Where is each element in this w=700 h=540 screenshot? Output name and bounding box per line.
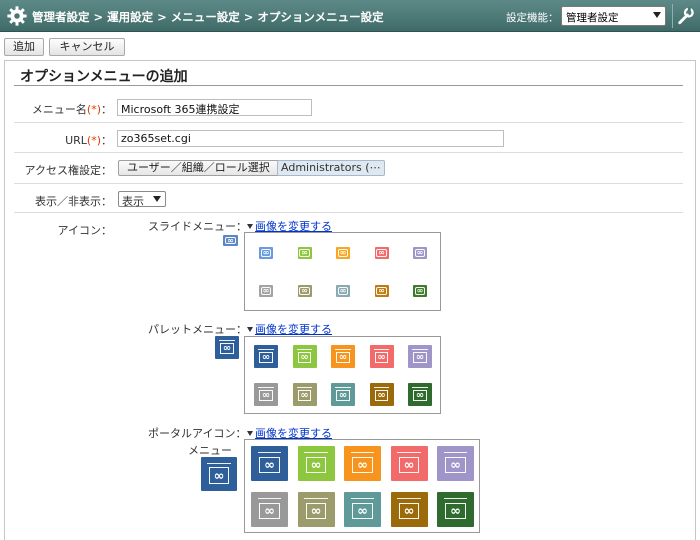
required-mark: (*) (86, 134, 101, 147)
menu-name-label: メニュー名(*)： (32, 101, 112, 117)
icon-option[interactable] (292, 383, 317, 406)
icon-option[interactable] (413, 247, 427, 259)
icon-option[interactable] (390, 446, 428, 481)
portal-menu-sublabel: メニュー (188, 444, 232, 457)
function-select-value: 管理者設定 (566, 12, 619, 24)
icon-option[interactable] (297, 285, 312, 297)
visibility-select[interactable]: 表示 (118, 191, 166, 208)
icon-option[interactable] (331, 345, 355, 368)
palette-menu-label: パレットメニュー： (148, 323, 247, 336)
icon-option[interactable] (297, 247, 312, 259)
icon-option[interactable] (254, 383, 278, 406)
colon: ： (101, 134, 112, 147)
icon-option[interactable] (336, 247, 350, 259)
access-chip[interactable]: Administrators (⋯ (277, 160, 385, 176)
icon-option[interactable] (437, 446, 474, 481)
access-label: アクセス権設定： (24, 164, 112, 177)
icon-option[interactable] (408, 345, 432, 368)
visibility-label: 表示／非表示： (35, 195, 112, 208)
icon-option[interactable] (251, 446, 288, 481)
icon-option[interactable] (437, 492, 474, 527)
current-palette-icon (215, 336, 239, 359)
icon-option[interactable] (331, 383, 355, 406)
slide-menu-label: スライドメニュー： (148, 220, 247, 233)
current-slide-icon (223, 235, 238, 246)
title-divider (14, 85, 683, 86)
icon-option[interactable] (374, 247, 389, 259)
add-button[interactable]: 追加 (4, 38, 44, 56)
icon-option[interactable] (408, 383, 432, 406)
change-image-link[interactable]: 画像を変更する (255, 323, 332, 336)
url-label-text: URL (65, 134, 87, 147)
portal-icon-label: ポータルアイコン： (148, 427, 247, 440)
current-portal-icon (201, 457, 237, 491)
colon: ： (101, 103, 112, 116)
row-divider (14, 212, 683, 213)
icon-label: アイコン： (57, 224, 112, 237)
icon-option[interactable] (292, 345, 317, 368)
icon-option[interactable] (297, 492, 335, 527)
icon-option[interactable] (259, 285, 273, 297)
triangle-down-icon (247, 327, 253, 332)
icon-option[interactable] (390, 492, 428, 527)
user-org-role-select-button[interactable]: ユーザー／組織／ロール選択 (118, 160, 279, 176)
wrench-icon[interactable] (672, 4, 696, 28)
icon-option[interactable] (254, 345, 278, 368)
palette-change-image[interactable]: 画像を変更する (247, 321, 332, 337)
icon-option[interactable] (259, 247, 273, 259)
visibility-select-value: 表示 (122, 195, 144, 208)
menu-name-input[interactable]: Microsoft 365連携設定 (117, 99, 312, 116)
icon-option[interactable] (374, 285, 389, 297)
header-bar: 管理者設定 > 運用設定 > メニュー設定 > オプションメニュー設定 設定機能… (0, 0, 700, 32)
url-input[interactable]: zo365set.cgi (117, 130, 504, 147)
menu-name-label-text: メニュー名 (31, 103, 87, 116)
cancel-button[interactable]: キャンセル (49, 38, 125, 56)
icon-option[interactable] (336, 285, 350, 297)
icon-option[interactable] (344, 446, 381, 481)
icon-option[interactable] (297, 446, 335, 481)
row-divider (14, 122, 683, 123)
icon-option[interactable] (369, 383, 394, 406)
chevron-down-icon (653, 12, 661, 18)
function-select[interactable]: 管理者設定 (561, 6, 666, 26)
page-title: オプションメニューの追加 (20, 69, 188, 85)
triangle-down-icon (247, 431, 253, 436)
icon-option[interactable] (413, 285, 427, 297)
breadcrumb: 管理者設定 > 運用設定 > メニュー設定 > オプションメニュー設定 (32, 10, 384, 24)
chevron-down-icon (153, 196, 161, 202)
icon-option[interactable] (369, 345, 394, 368)
icon-option[interactable] (344, 492, 381, 527)
row-divider (14, 183, 683, 184)
gear-icon (7, 6, 27, 26)
function-label: 設定機能： (506, 12, 559, 24)
icon-option[interactable] (251, 492, 288, 527)
url-label: URL(*)： (65, 132, 112, 148)
row-divider (14, 152, 683, 153)
triangle-down-icon (247, 224, 253, 229)
slide-icon-grid (244, 232, 441, 311)
required-mark: (*) (86, 103, 101, 116)
